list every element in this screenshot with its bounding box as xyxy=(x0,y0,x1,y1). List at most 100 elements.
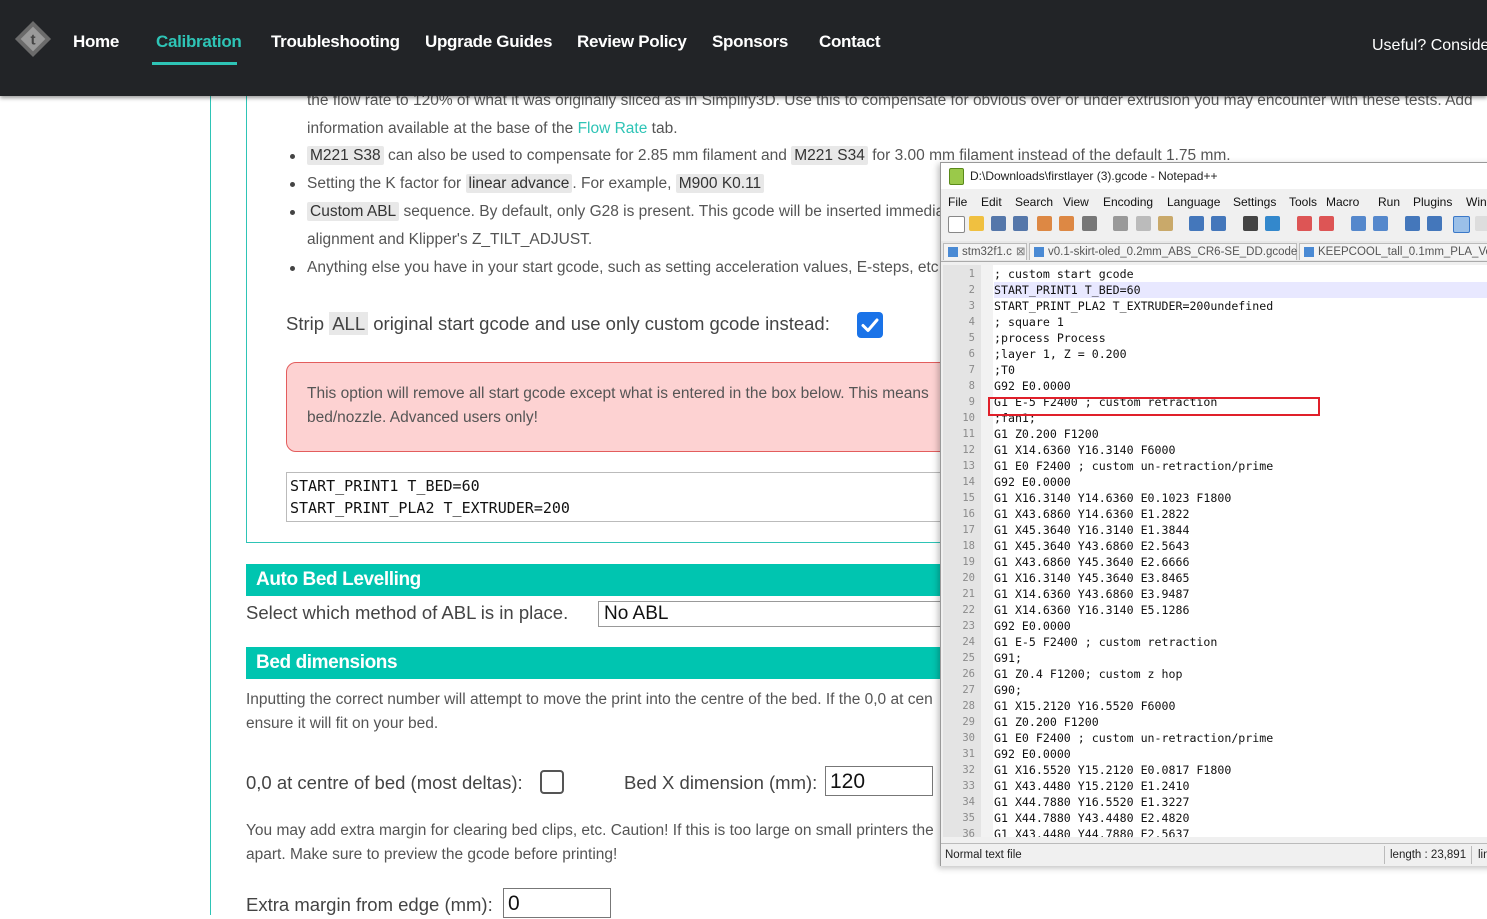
zoom-out-icon[interactable] xyxy=(1319,216,1334,231)
line-number: 30 xyxy=(962,732,975,744)
line-number: 15 xyxy=(962,492,975,504)
nav-home[interactable]: Home xyxy=(73,32,119,52)
menu-run[interactable]: Run xyxy=(1378,195,1400,209)
code-line: G1 X43.4480 Y44.7880 E2.5637 xyxy=(994,827,1190,837)
undo-icon[interactable] xyxy=(1189,216,1204,231)
line-number: 1 xyxy=(968,268,975,280)
cut-icon[interactable] xyxy=(1113,216,1128,231)
menu-search[interactable]: Search xyxy=(1015,195,1053,209)
line-number: 29 xyxy=(962,716,975,728)
menu-language[interactable]: Language xyxy=(1167,195,1220,209)
strip-gcode-label: Strip ALL original start gcode and use o… xyxy=(286,312,830,335)
line-number: 19 xyxy=(962,556,975,568)
sync-horizontal-icon[interactable] xyxy=(1373,216,1388,231)
code-line: G1 X44.7880 Y16.5520 E1.3227 xyxy=(994,795,1190,809)
line-number: 12 xyxy=(962,444,975,456)
menu-macro[interactable]: Macro xyxy=(1326,195,1359,209)
useful-consider-text[interactable]: Useful? Conside xyxy=(1372,37,1487,55)
custom-gcode-line: START_PRINT_PLA2 T_EXTRUDER=200 xyxy=(290,499,570,517)
checkmark-icon xyxy=(861,318,879,332)
svg-text:t: t xyxy=(30,32,35,49)
tab-label: v0.1-skirt-oled_0.2mm_ABS_CR6-SE_DD.gcod… xyxy=(1048,246,1298,258)
zoom-in-icon[interactable] xyxy=(1297,216,1312,231)
code-line: G92 E0.0000 xyxy=(994,379,1071,393)
word-wrap-icon[interactable] xyxy=(1405,216,1420,231)
line-number: 31 xyxy=(962,748,975,760)
line-number: 9 xyxy=(968,396,975,408)
tab-close-icon[interactable]: ⊠ xyxy=(1016,246,1026,258)
bed-x-input[interactable]: 120 xyxy=(825,766,933,796)
sync-vertical-icon[interactable] xyxy=(1351,216,1366,231)
file-icon xyxy=(948,247,958,257)
nav-sponsors[interactable]: Sponsors xyxy=(712,32,788,52)
doc-map-icon[interactable] xyxy=(1475,216,1487,231)
line-number: 32 xyxy=(962,764,975,776)
notepad-editor[interactable]: 1 ; custom start gcode 2 START_PRINT1 T_BED… xyxy=(943,265,1487,837)
bullet-k-mid: . For example, xyxy=(572,175,676,192)
paste-icon[interactable] xyxy=(1158,216,1173,231)
site-logo-icon[interactable]: t xyxy=(14,20,52,58)
notepad-titlebar[interactable]: D:\Downloads\firstlayer (3).gcode - Note… xyxy=(941,163,1487,189)
close-icon[interactable] xyxy=(1037,216,1052,231)
menu-window[interactable]: Win xyxy=(1466,195,1487,209)
code-line: G92 E0.0000 xyxy=(994,619,1071,633)
bed-description-line2: ensure it will fit on your bed. xyxy=(246,715,439,732)
bullet-anything-else: Anything else you have in your start gco… xyxy=(307,259,939,276)
flow-rate-link[interactable]: Flow Rate xyxy=(578,120,648,137)
tab-stm32f1[interactable]: stm32f1.c ⊠ xyxy=(943,243,1027,260)
replace-icon[interactable] xyxy=(1265,216,1280,231)
nav-troubleshooting[interactable]: Troubleshooting xyxy=(271,32,400,52)
show-all-chars-icon[interactable] xyxy=(1427,216,1442,231)
code-line: G1 X16.3140 Y14.6360 E0.1023 F1800 xyxy=(994,491,1232,505)
content-left-border xyxy=(210,96,211,915)
menu-settings[interactable]: Settings xyxy=(1233,195,1276,209)
line-number: 27 xyxy=(962,684,975,696)
find-icon[interactable] xyxy=(1243,216,1258,231)
code-line: G1 X14.6360 Y16.3140 E5.1286 xyxy=(994,603,1190,617)
nav-calibration[interactable]: Calibration xyxy=(156,32,242,52)
centre-of-bed-checkbox[interactable] xyxy=(540,770,564,794)
menu-edit[interactable]: Edit xyxy=(981,195,1002,209)
open-file-icon[interactable] xyxy=(969,216,984,231)
menu-view[interactable]: View xyxy=(1063,195,1089,209)
menu-tools[interactable]: Tools xyxy=(1289,195,1317,209)
save-all-icon[interactable] xyxy=(1013,216,1028,231)
tab-label: KEEPCOOL_tall_0.1mm_PLA_Voron xyxy=(1318,246,1487,258)
notepad-statusbar: Normal text file length : 23,891 lin xyxy=(941,843,1487,866)
code-line: ;layer 1, Z = 0.200 xyxy=(994,347,1127,361)
code-line: G1 Z0.200 F1200 xyxy=(994,715,1099,729)
new-file-icon[interactable] xyxy=(948,216,965,233)
code-line: ;process Process xyxy=(994,331,1106,345)
close-all-icon[interactable] xyxy=(1059,216,1074,231)
bullet-custom-abl-text: sequence. By default, only G28 is presen… xyxy=(399,203,945,220)
redo-icon[interactable] xyxy=(1211,216,1226,231)
tab-keepcool[interactable]: KEEPCOOL_tall_0.1mm_PLA_Voron xyxy=(1299,243,1487,260)
line-number: 20 xyxy=(962,572,975,584)
notepad-menubar: File Edit Search View Encoding Language … xyxy=(941,191,1487,211)
line-number: 33 xyxy=(962,780,975,792)
menu-file[interactable]: File xyxy=(948,195,967,209)
margin-input[interactable]: 0 xyxy=(503,888,611,918)
strip-gcode-checkbox[interactable] xyxy=(857,312,883,338)
save-icon[interactable] xyxy=(991,216,1006,231)
line-number: 23 xyxy=(962,620,975,632)
line-number: 13 xyxy=(962,460,975,472)
indent-guide-icon[interactable] xyxy=(1453,216,1470,233)
nav-upgrade-guides[interactable]: Upgrade Guides xyxy=(425,32,552,52)
menu-plugins[interactable]: Plugins xyxy=(1413,195,1452,209)
bed-section-title: Bed dimensions xyxy=(256,652,398,673)
menu-encoding[interactable]: Encoding xyxy=(1103,195,1153,209)
fold-margin xyxy=(981,265,993,837)
print-icon[interactable] xyxy=(1082,216,1097,231)
tab-skirt-oled[interactable]: v0.1-skirt-oled_0.2mm_ABS_CR6-SE_DD.gcod… xyxy=(1029,243,1311,260)
nav-contact[interactable]: Contact xyxy=(819,32,880,52)
code-line: START_PRINT_PLA2 T_EXTRUDER=200undefined xyxy=(994,299,1274,313)
copy-icon[interactable] xyxy=(1136,216,1151,231)
bullet-custom-abl: Custom ABL sequence. By default, only G2… xyxy=(307,202,945,221)
line-number: 34 xyxy=(962,796,975,808)
nav-review-policy[interactable]: Review Policy xyxy=(577,32,687,52)
code-custom-abl: Custom ABL xyxy=(307,202,400,221)
code-m221-s38: M221 S38 xyxy=(307,146,384,165)
nav-active-underline xyxy=(152,62,237,65)
flow-rate-info: information available at the base of the… xyxy=(307,120,678,138)
